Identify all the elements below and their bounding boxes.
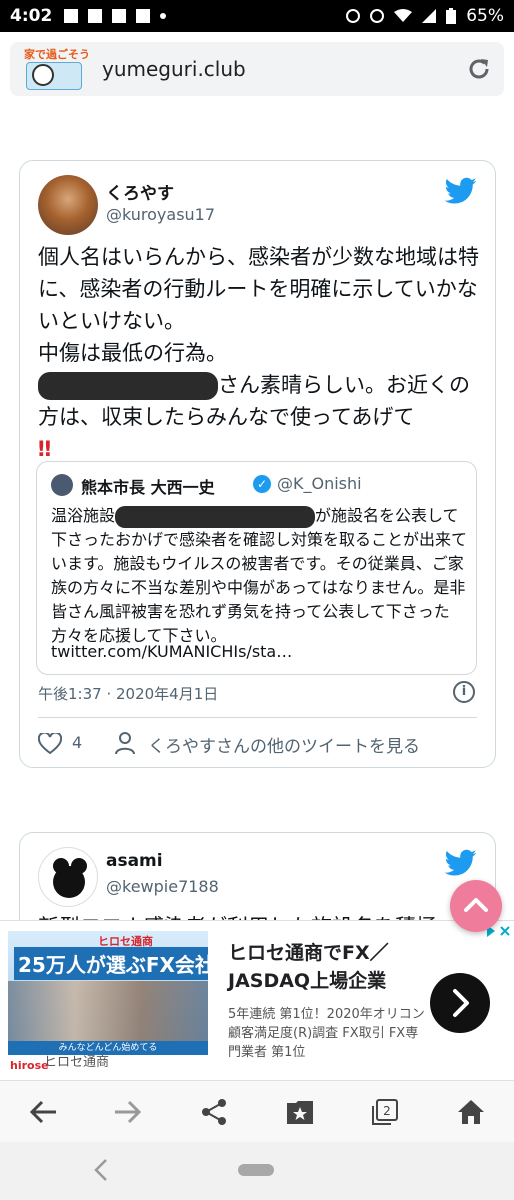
avatar[interactable] <box>38 847 98 907</box>
redaction-bar <box>115 505 316 528</box>
bookmark-button[interactable] <box>280 1092 320 1132</box>
quoted-tweet[interactable]: 熊本市長 大西一史 ✓ @K_Onishi 温浴施設 が施設名を公表して下さったお… <box>36 461 477 675</box>
tweet-text-line-3: さん素晴らしい。お近くの方は、収束したらみんなで使ってあげて <box>38 369 488 433</box>
browser-toolbar: 2 <box>0 1080 514 1142</box>
tabs-button[interactable]: 2 <box>365 1092 405 1132</box>
gallery-notification-icon <box>64 9 79 23</box>
scroll-to-top-button[interactable] <box>450 880 502 932</box>
like-count[interactable]: 4 <box>72 733 82 752</box>
redaction-bar <box>38 372 218 400</box>
advertiser-logo: hirose <box>10 1059 49 1072</box>
tab-count: 2 <box>384 1104 392 1118</box>
twitter-bird-icon[interactable] <box>445 177 477 205</box>
advertiser-name[interactable]: ヒロセ通商 <box>44 1051 109 1070</box>
tweet-body: 個人名はいらんから、感染者が少数な地域は特に、感染者の行動ルートを明確に示してい… <box>38 241 488 465</box>
tweet-author-name[interactable]: くろやす <box>106 179 174 204</box>
quoted-author-name[interactable]: 熊本市長 大西一史 <box>81 474 215 498</box>
alarm-icon <box>346 9 361 23</box>
divider <box>38 717 477 718</box>
avatar[interactable] <box>38 175 98 235</box>
signal-icon <box>422 9 437 23</box>
battery-saver-notification-icon <box>88 9 103 23</box>
ad-banner[interactable]: ヒロセ通商 25万人が選ぶFX会社 みんなどんどん始めてる hirose ヒロセ… <box>0 920 514 1080</box>
heart-icon[interactable] <box>38 733 62 755</box>
tweet-text-line-2: 中傷は最低の行為。 <box>38 341 227 365</box>
twitter-bird-icon[interactable] <box>445 849 477 877</box>
forward-button[interactable] <box>108 1092 148 1132</box>
ad-image-people <box>8 981 208 1041</box>
url-text[interactable]: yumeguri.club <box>102 57 246 81</box>
tweet-author-handle[interactable]: @kewpie7188 <box>106 877 219 896</box>
chevron-up-icon <box>464 898 488 912</box>
tweet-text-line-1: 個人名はいらんから、感染者が少数な地域は特に、感染者の行動ルートを明確に示してい… <box>38 245 479 333</box>
status-bar: 4:02 65% <box>0 0 514 32</box>
share-icon <box>202 1098 227 1125</box>
add-person-notification-icon <box>112 9 127 23</box>
location-icon <box>370 9 385 23</box>
system-back-icon[interactable] <box>92 1158 112 1182</box>
download-notification-icon <box>136 9 151 23</box>
address-bar[interactable]: 家で過ごそう yumeguri.club <box>10 42 504 96</box>
browser-address-area: 家で過ごそう yumeguri.club <box>0 32 514 106</box>
bookmark-star-icon <box>286 1100 313 1124</box>
home-icon <box>458 1099 485 1124</box>
embedded-tweet[interactable]: asami @kewpie7188 新型コロナ感染者が利用した施設名を積極 <box>19 832 496 933</box>
home-button[interactable] <box>451 1092 491 1132</box>
forward-arrow-icon <box>115 1100 142 1123</box>
battery-percent: 65% <box>466 6 504 26</box>
site-favicon-logo: 家で過ごそう <box>22 46 90 92</box>
ad-title[interactable]: ヒロセ通商でFX／JASDAQ上場企業 <box>228 939 428 995</box>
back-arrow-icon <box>29 1100 56 1123</box>
ad-open-button[interactable] <box>430 973 490 1033</box>
chevron-right-icon <box>453 989 469 1017</box>
tweet-timestamp[interactable]: 午後1:37 · 2020年4月1日 <box>38 683 218 704</box>
quoted-tweet-text: 温浴施設 が施設名を公表して下さったおかげで感染者を確認し対策を取ることが出来てい… <box>51 504 469 648</box>
ad-image[interactable]: ヒロセ通商 25万人が選ぶFX会社 みんなどんどん始めてる <box>8 931 208 1055</box>
status-time: 4:02 <box>10 6 53 26</box>
ad-image-headline: 25万人が選ぶFX会社 <box>14 947 208 980</box>
ad-description[interactable]: 5年連続 第1位！2020年オリコン顧客満足度(R)調査 FX取引 FX専門業者… <box>228 1005 428 1062</box>
tweet-author-name[interactable]: asami <box>106 851 163 871</box>
battery-icon <box>446 8 457 24</box>
more-tweets-link[interactable]: くろやすさんの他のツイートを見る <box>148 732 420 757</box>
verified-badge-icon: ✓ <box>253 475 271 493</box>
person-icon[interactable] <box>114 731 136 755</box>
share-button[interactable] <box>194 1092 234 1132</box>
quoted-author-handle[interactable]: @K_Onishi <box>277 474 362 493</box>
tabs-icon: 2 <box>372 1098 399 1125</box>
reload-icon[interactable] <box>466 56 492 82</box>
avatar-silhouette-icon <box>53 858 87 898</box>
wifi-icon <box>394 9 413 22</box>
quoted-avatar[interactable] <box>51 474 73 496</box>
tweet-author-handle[interactable]: @kuroyasu17 <box>106 205 215 224</box>
info-icon[interactable]: i <box>453 681 475 703</box>
more-notifications-dot-icon <box>160 13 167 19</box>
back-button[interactable] <box>23 1092 63 1132</box>
system-home-pill[interactable] <box>238 1164 274 1176</box>
quoted-tweet-link[interactable]: twitter.com/KUMANICHIs/sta… <box>51 642 292 661</box>
embedded-tweet[interactable]: くろやす @kuroyasu17 個人名はいらんから、感染者が少数な地域は特に、… <box>19 160 496 768</box>
quoted-text-prefix: 温浴施設 <box>51 506 116 525</box>
site-logo-text: 家で過ごそう <box>24 48 90 61</box>
system-navigation-bar <box>0 1142 514 1200</box>
